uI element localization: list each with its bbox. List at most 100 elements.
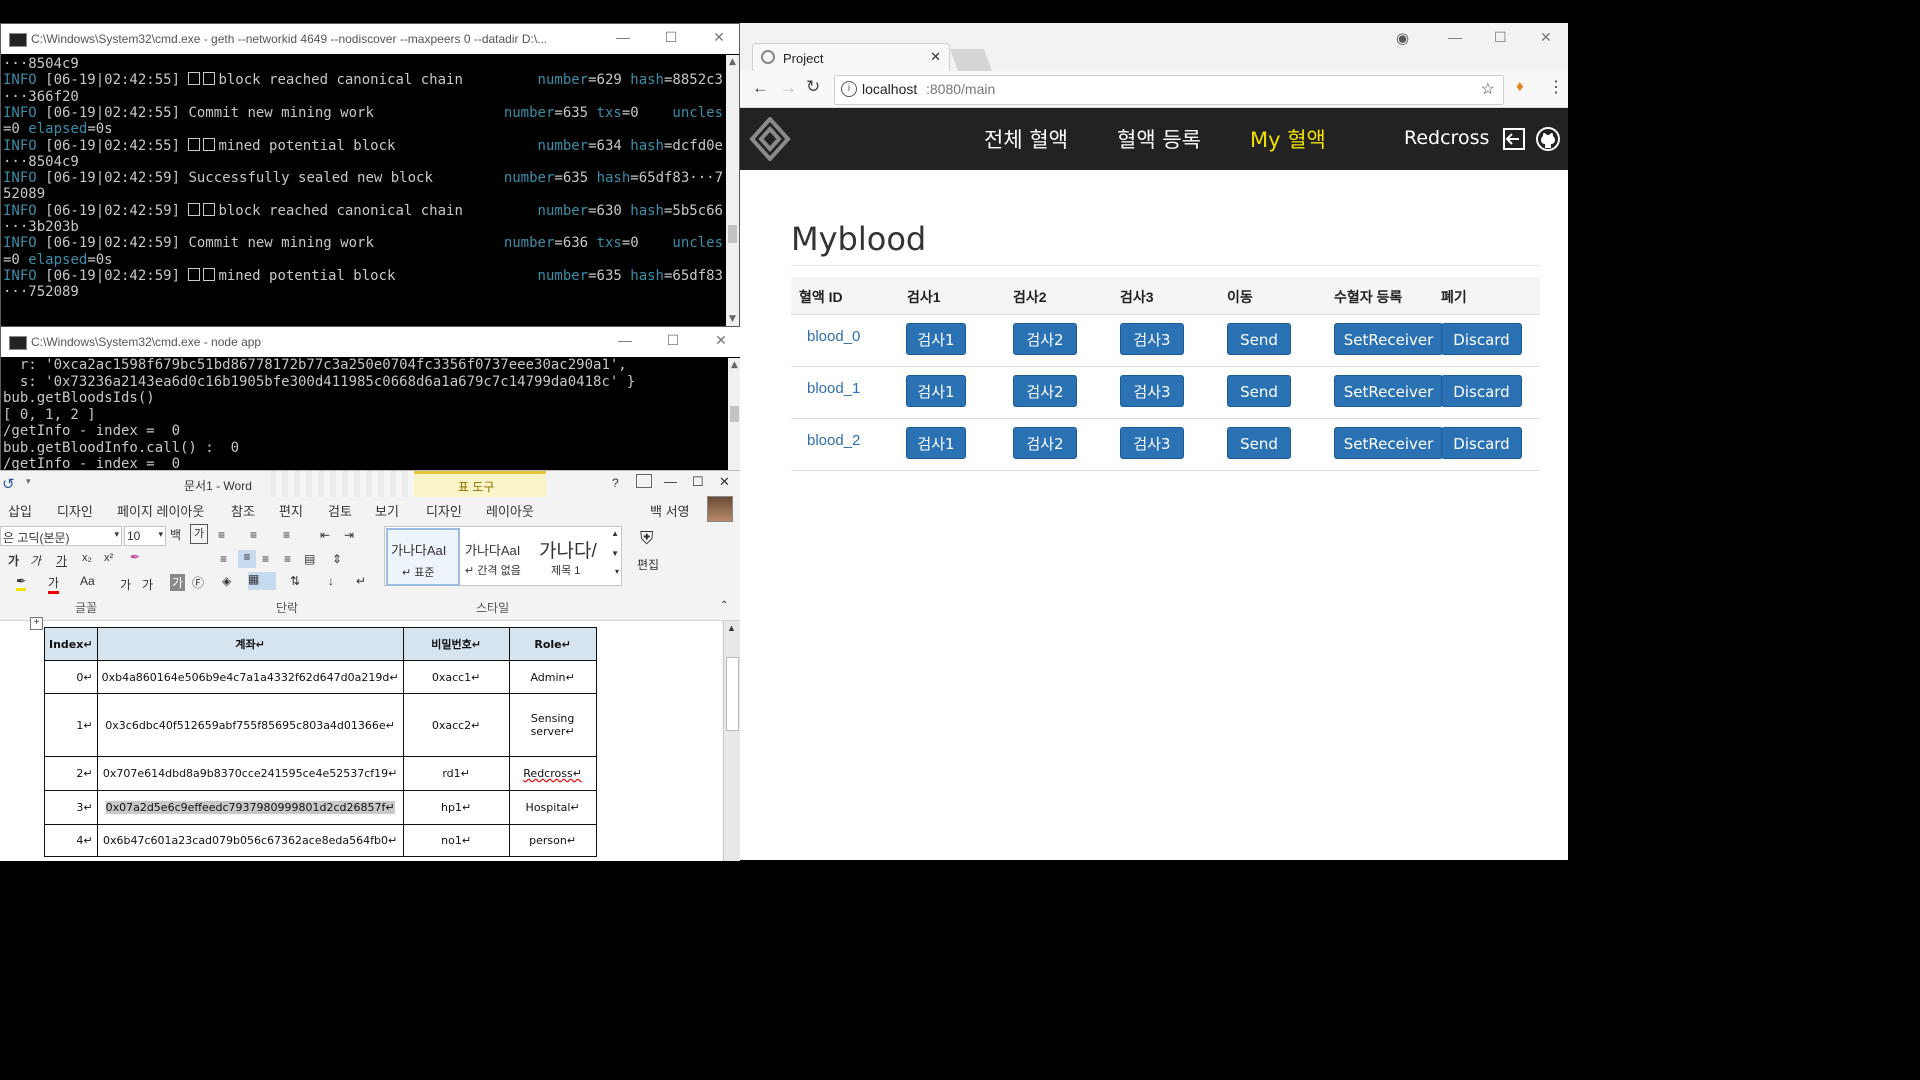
blood-id-link[interactable]: blood_2 <box>807 432 860 449</box>
table-header-cell[interactable]: Role↵ <box>508 627 597 661</box>
tab-table-design[interactable]: 디자인 <box>426 501 462 520</box>
scroll-down-icon[interactable]: ▼ <box>726 314 739 324</box>
menu-kebab-icon[interactable]: ⋮ <box>1548 77 1564 97</box>
tab-table-layout[interactable]: 레이아웃 <box>486 501 534 520</box>
table-cell[interactable]: 0x07a2d5e6c9effeedc7937980999801d2cd2685… <box>96 790 404 825</box>
table-header-cell[interactable]: 계좌↵ <box>96 627 404 661</box>
multilevel-list-icon[interactable]: ≡ <box>283 528 290 542</box>
minimize-icon[interactable]: — <box>615 332 635 348</box>
align-center-icon[interactable]: ≡ <box>238 550 256 568</box>
grow-font-icon[interactable]: 가 <box>120 576 131 593</box>
show-marks-icon[interactable]: ↵ <box>356 574 366 588</box>
nav-all-blood[interactable]: 전체 혈액 <box>984 124 1068 154</box>
reload-icon[interactable]: ↻ <box>806 77 820 97</box>
new-tab-button[interactable] <box>949 49 993 71</box>
table-cell[interactable]: rd1↵ <box>402 756 510 791</box>
back-icon[interactable]: ← <box>752 78 769 98</box>
ribbon-display-icon[interactable] <box>636 474 652 488</box>
set-receiver-button[interactable]: SetReceiver <box>1334 427 1443 459</box>
style-heading-1[interactable]: 가나다/ 제목 1 <box>537 530 603 582</box>
shrink-font-icon[interactable]: 가 <box>142 576 153 593</box>
bold-icon[interactable]: 가 <box>8 552 19 569</box>
font-size-select[interactable]: 10 ▾ <box>124 526 166 546</box>
decrease-indent-icon[interactable]: ⇤ <box>320 528 330 542</box>
table-cell[interactable]: 0↵ <box>44 660 98 694</box>
blood-id-link[interactable]: blood_1 <box>807 380 860 397</box>
browser-window[interactable]: Project ✕ ◉ — ☐ ✕ ← → ↻ i localhost :808… <box>740 23 1568 860</box>
table-cell[interactable]: Redcross↵ <box>508 756 597 791</box>
line-spacing-icon[interactable]: ⇕ <box>332 552 342 566</box>
nav-my-blood[interactable]: My 혈액 <box>1250 124 1326 154</box>
scroll-up-icon[interactable]: ▲ <box>726 57 739 67</box>
maximize-icon[interactable]: ☐ <box>661 29 681 46</box>
word-titlebar[interactable]: ↺ ▾ 문서1 - Word 표 도구 ? — ☐ ✕ <box>0 471 740 497</box>
document-page[interactable]: + Index↵ 계좌↵ 비밀번호↵ Role↵ 0↵ 0xb4a860164e506b9… <box>0 617 722 861</box>
browser-tab[interactable]: Project ✕ <box>752 43 950 72</box>
blood-id-link[interactable]: blood_0 <box>807 328 860 345</box>
qat-dropdown-icon[interactable]: ▾ <box>26 476 31 487</box>
close-icon[interactable]: ✕ <box>1540 29 1552 46</box>
highlight-icon[interactable]: ✒ <box>16 574 27 591</box>
style-no-spacing[interactable]: 가나다AaI ↵ 간격 없음 <box>463 530 533 582</box>
table-cell[interactable]: person↵ <box>508 824 597 857</box>
cmd-window-geth[interactable]: C:\Windows\System32\cmd.exe - geth --net… <box>0 23 740 327</box>
info-icon[interactable]: i <box>841 81 857 97</box>
underline-icon[interactable]: 가 <box>56 552 67 569</box>
close-icon[interactable]: ✕ <box>711 332 731 349</box>
change-case-icon[interactable]: Aa <box>80 574 95 588</box>
maximize-icon[interactable]: ☐ <box>663 332 683 349</box>
undo-icon[interactable]: ↺ <box>2 475 15 493</box>
table-header-cell[interactable]: Index↵ <box>44 627 98 661</box>
metamask-fox-icon[interactable]: ♦ <box>1516 78 1524 95</box>
minimize-icon[interactable]: — <box>664 474 677 489</box>
superscript-icon[interactable]: x² <box>104 552 113 564</box>
set-receiver-button[interactable]: SetReceiver <box>1334 375 1443 407</box>
table-header-cell[interactable]: 비밀번호↵ <box>402 627 510 661</box>
table-cell[interactable]: hp1↵ <box>402 790 510 825</box>
tab-insert[interactable]: 삽입 <box>8 501 32 520</box>
find-icon[interactable]: ⛨ <box>640 528 654 549</box>
test3-button[interactable]: 검사3 <box>1120 323 1184 355</box>
table-cell[interactable]: 1↵ <box>44 693 98 757</box>
send-button[interactable]: Send <box>1227 375 1291 407</box>
table-cell[interactable]: Admin↵ <box>508 660 597 694</box>
table-cell[interactable]: 2↵ <box>44 756 98 791</box>
tab-design[interactable]: 디자인 <box>57 501 93 520</box>
send-button[interactable]: Send <box>1227 323 1291 355</box>
minimize-icon[interactable]: — <box>613 29 633 45</box>
sort-hangul-icon[interactable]: ⇅ <box>290 574 300 588</box>
cmd-scrollbar[interactable]: ▲ ▼ <box>726 55 739 326</box>
forward-icon[interactable]: → <box>780 78 797 98</box>
shading-icon[interactable]: ◈ <box>222 574 231 588</box>
test3-button[interactable]: 검사3 <box>1120 375 1184 407</box>
maximize-icon[interactable]: ☐ <box>1494 29 1507 46</box>
italic-icon[interactable]: 가 <box>30 552 41 569</box>
test1-button[interactable]: 검사1 <box>906 427 966 459</box>
test3-button[interactable]: 검사3 <box>1120 427 1184 459</box>
scrollbar-thumb[interactable] <box>728 225 737 243</box>
borders-icon[interactable]: ▦ <box>248 572 276 590</box>
scroll-up-icon[interactable]: ▲ <box>727 623 736 633</box>
app-logo-icon[interactable] <box>748 117 792 161</box>
discard-button[interactable]: Discard <box>1441 323 1522 355</box>
table-move-handle-icon[interactable]: + <box>30 617 43 630</box>
sort-icon[interactable]: ↓ <box>328 574 334 588</box>
table-cell[interactable]: 0x6b47c601a23cad079b056c67362ace8eda564f… <box>96 824 404 857</box>
tab-mailings[interactable]: 편지 <box>279 501 303 520</box>
numbering-icon[interactable]: ≡ <box>250 528 257 542</box>
font-name-select[interactable]: 은 고딕(본문) ▾ <box>0 526 122 546</box>
close-icon[interactable]: ✕ <box>709 29 729 46</box>
style-normal[interactable]: 가나다AaI ↵ 표준 <box>386 528 460 586</box>
selected-text[interactable]: 0x07a2d5e6c9effeedc7937980999801d2cd2685… <box>105 801 395 814</box>
discard-button[interactable]: Discard <box>1441 375 1522 407</box>
table-cell[interactable]: Hospital↵ <box>508 790 597 825</box>
table-cell[interactable]: 0x3c6dbc40f512659abf755f85695c803a4d0136… <box>96 693 404 757</box>
send-button[interactable]: Send <box>1227 427 1291 459</box>
bullets-icon[interactable]: ≡ <box>218 528 225 542</box>
clear-format-icon[interactable]: ✒ <box>130 550 140 564</box>
tab-references[interactable]: 참조 <box>231 501 255 520</box>
font-color-icon[interactable]: 가 <box>48 574 60 594</box>
bookmark-star-icon[interactable]: ☆ <box>1481 79 1495 99</box>
document-scrollbar[interactable]: ▲ <box>723 621 740 861</box>
scrollbar-thumb[interactable] <box>730 406 739 422</box>
